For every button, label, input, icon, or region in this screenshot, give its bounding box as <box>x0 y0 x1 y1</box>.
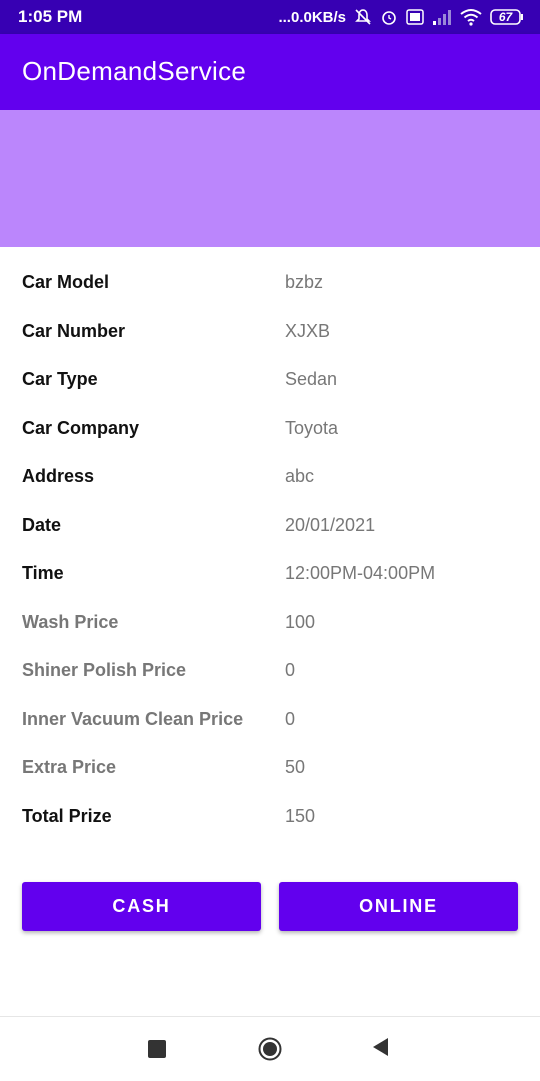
battery-icon: 67 <box>490 8 524 26</box>
app-bar: OnDemandService <box>0 34 540 110</box>
wifi-icon <box>460 8 482 26</box>
detail-value: 150 <box>285 805 316 826</box>
detail-label: Shiner Polish Price <box>22 660 187 680</box>
detail-value: 0 <box>285 660 296 680</box>
detail-label: Address <box>22 466 95 486</box>
detail-value: Sedan <box>285 369 338 389</box>
online-button[interactable]: ONLINE <box>279 882 518 931</box>
recents-icon[interactable] <box>148 1040 166 1058</box>
detail-value: Toyota <box>285 417 339 438</box>
detail-row: Extra Price 50 <box>0 745 540 794</box>
detail-row: Car Number XJXB <box>0 309 540 358</box>
status-bar: 1:05 PM ...0.0KB/s 67 <box>0 0 540 34</box>
detail-value: 100 <box>285 611 316 632</box>
detail-row: Total Prize 150 <box>0 794 540 843</box>
detail-row: Inner Vacuum Clean Price 0 <box>0 697 540 746</box>
detail-value: XJXB <box>285 320 331 341</box>
mute-icon <box>354 8 372 26</box>
detail-value: abc <box>285 466 315 486</box>
detail-row: Address abc <box>0 454 540 503</box>
detail-label: Car Number <box>22 320 126 341</box>
cash-button[interactable]: CASH <box>22 882 261 931</box>
alarm-icon <box>380 8 398 26</box>
detail-row: Car Company Toyota <box>0 406 540 455</box>
detail-label: Car Model <box>22 272 110 292</box>
detail-row: Date 20/01/2021 <box>0 503 540 552</box>
battery-level: 67 <box>498 10 513 24</box>
detail-row: Car Type Sedan <box>0 357 540 406</box>
detail-value: 20/01/2021 <box>285 514 376 535</box>
detail-label: Wash Price <box>22 611 119 632</box>
detail-value: 50 <box>285 757 306 777</box>
network-speed: ...0.0KB/s <box>278 8 346 26</box>
detail-label: Time <box>22 563 64 583</box>
back-icon[interactable] <box>371 1037 389 1062</box>
detail-row: Wash Price 100 <box>0 600 540 649</box>
status-time: 1:05 PM <box>18 7 83 26</box>
booking-details: Car Model bzbz Car Number XJXB Car Type Sedan… <box>0 260 540 842</box>
detail-value: bzbz <box>285 272 324 292</box>
detail-value: 12:00PM-04:00PM <box>285 563 436 583</box>
detail-label: Date <box>22 514 62 535</box>
home-icon[interactable] <box>258 1037 282 1066</box>
app-title: OnDemandService <box>22 56 247 86</box>
detail-label: Extra Price <box>22 757 117 777</box>
detail-label: Car Company <box>22 417 140 438</box>
status-icons: ...0.0KB/s 67 <box>278 6 524 28</box>
detail-label: Car Type <box>22 369 98 389</box>
detail-label: Total Prize <box>22 805 112 826</box>
detail-value: 0 <box>285 708 296 729</box>
detail-row: Shiner Polish Price 0 <box>0 648 540 697</box>
detail-row: Time 12:00PM-04:00PM <box>0 551 540 600</box>
volte-icon <box>406 8 424 26</box>
signal-icon <box>432 9 452 25</box>
detail-row: Car Model bzbz <box>0 260 540 309</box>
detail-label: Inner Vacuum Clean Price <box>22 708 244 729</box>
header-banner <box>0 110 540 247</box>
navigation-bar <box>0 1016 540 1081</box>
